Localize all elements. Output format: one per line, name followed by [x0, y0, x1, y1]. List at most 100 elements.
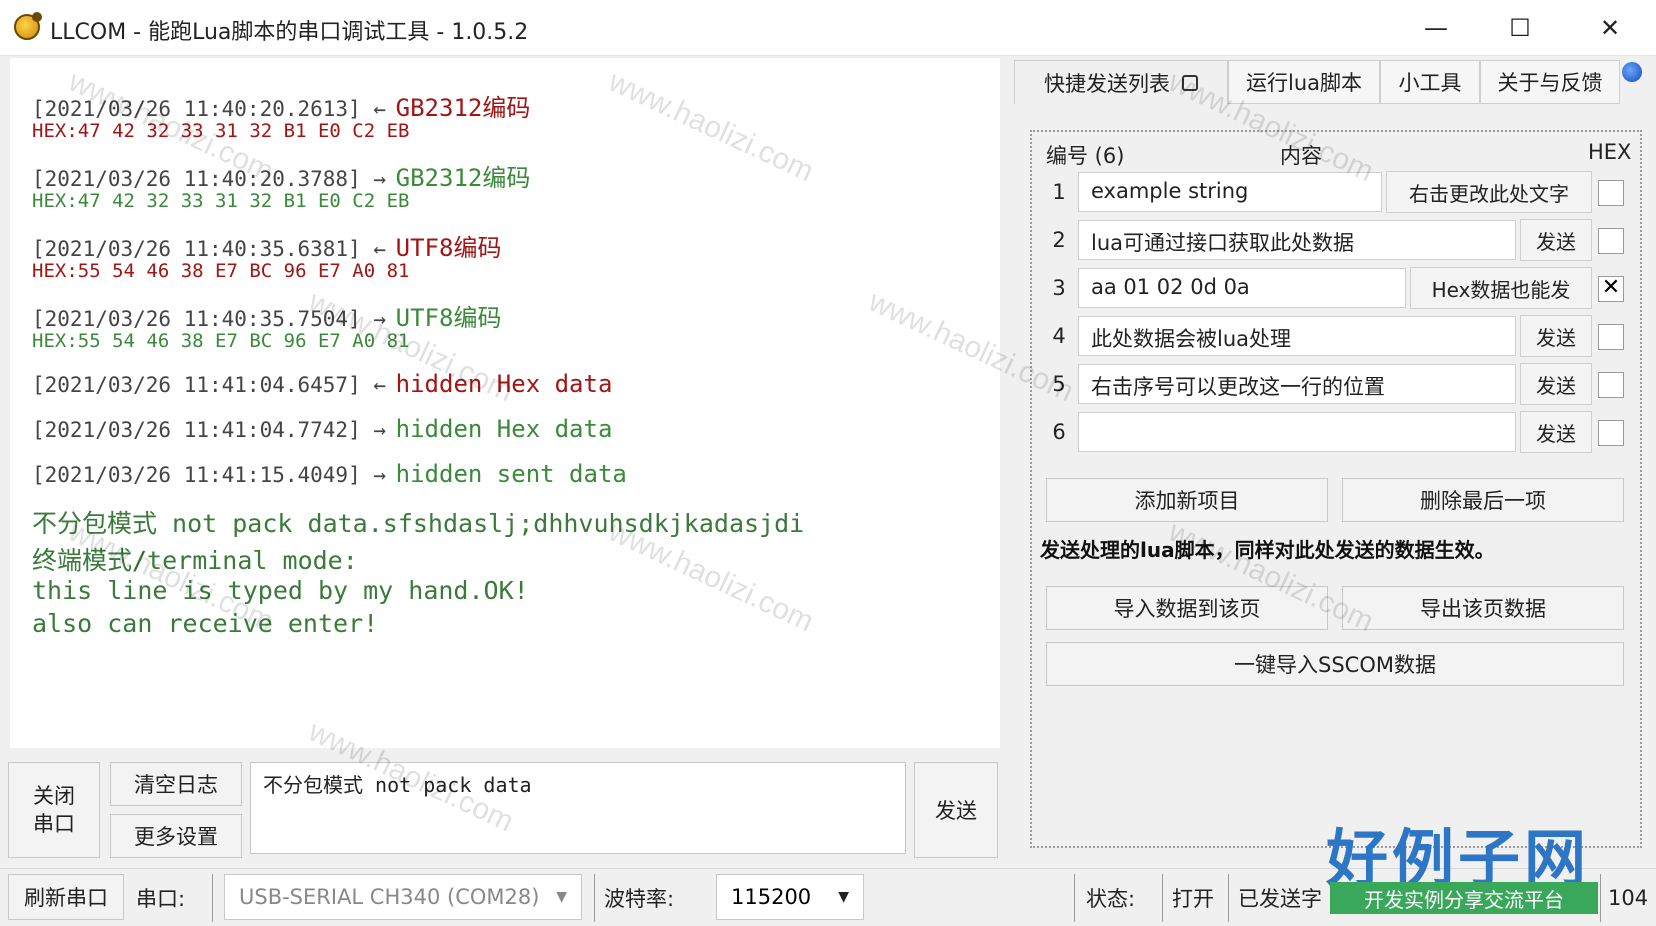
import-page-button[interactable]: 导入数据到该页 — [1046, 586, 1328, 630]
row-number[interactable]: 2 — [1050, 228, 1068, 252]
row-send-button[interactable]: Hex数据也能发 — [1410, 267, 1592, 309]
chevron-down-icon: ▼ — [838, 889, 849, 905]
log-message: UTF8编码 — [395, 304, 502, 332]
brand-tagline: 开发实例分享交流平台 — [1330, 882, 1598, 914]
row-send-button[interactable]: 发送 — [1520, 363, 1592, 405]
row-input[interactable] — [1078, 412, 1516, 452]
delete-last-button[interactable]: 删除最后一项 — [1342, 478, 1624, 522]
terminal-line: this line is typed by my hand.OK! — [32, 576, 529, 605]
refresh-port-button[interactable]: 刷新串口 — [8, 874, 124, 920]
row-send-button[interactable]: 发送 — [1520, 219, 1592, 261]
log-timestamp: [2021/03/26 11:41:15.4049] → — [32, 463, 387, 487]
log-timestamp: [2021/03/26 11:40:35.6381] ← — [32, 237, 387, 261]
header-hex: HEX — [1588, 140, 1632, 164]
row-input[interactable]: 右击序号可以更改这一行的位置 — [1078, 364, 1516, 404]
close-button[interactable]: ✕ — [1570, 0, 1650, 56]
state-label: 状态: — [1086, 887, 1136, 911]
row-number[interactable]: 4 — [1050, 324, 1068, 348]
baud-label: 波特率: — [604, 887, 675, 911]
row-hex-checkbox[interactable]: ✕ — [1598, 276, 1624, 302]
minimize-button[interactable]: — — [1396, 0, 1476, 56]
row-input[interactable]: 此处数据会被lua处理 — [1078, 316, 1516, 356]
app-icon — [14, 12, 42, 40]
clear-log-button[interactable]: 清空日志 — [110, 762, 242, 806]
baud-value: 115200 — [731, 885, 812, 909]
row-number[interactable]: 3 — [1050, 276, 1068, 300]
export-page-button[interactable]: 导出该页数据 — [1342, 586, 1624, 630]
port-value: USB-SERIAL CH340 (COM28) — [239, 885, 540, 909]
log-hex: HEX:55 54 46 38 E7 BC 96 E7 A0 81 — [32, 260, 410, 282]
log-message: hidden Hex data — [395, 415, 613, 443]
baud-select[interactable]: 115200 ▼ — [716, 874, 864, 920]
log-hex: HEX:47 42 32 33 31 32 B1 E0 C2 EB — [32, 190, 410, 212]
row-send-button[interactable]: 右击更改此处文字 — [1386, 171, 1592, 213]
log-timestamp: [2021/03/26 11:40:20.3788] → — [32, 167, 387, 191]
log-message: hidden sent data — [395, 460, 627, 488]
divider — [1162, 874, 1163, 922]
send-button[interactable]: 发送 — [914, 762, 998, 858]
state-value: 打开 — [1172, 887, 1214, 911]
row-number[interactable]: 6 — [1050, 420, 1068, 444]
log-message: GB2312编码 — [395, 164, 531, 192]
chevron-down-icon: ▼ — [556, 889, 567, 905]
log-entry: [2021/03/26 11:40:20.3788] → GB2312编码 — [32, 158, 530, 193]
row-input[interactable]: example string — [1078, 172, 1382, 212]
log-entry: [2021/03/26 11:41:04.7742] → hidden Hex … — [32, 415, 612, 443]
terminal-line: also can receive enter! — [32, 609, 379, 638]
lua-note: 发送处理的lua脚本，同样对此处发送的数据生效。 — [1040, 538, 1495, 562]
divider — [1228, 874, 1229, 922]
divider — [212, 874, 213, 922]
port-label: 串口: — [136, 887, 186, 911]
close-port-button[interactable]: 关闭 串口 — [8, 762, 100, 858]
log-message: hidden Hex data — [395, 370, 613, 398]
globe-icon — [1622, 62, 1642, 82]
log-entry: [2021/03/26 11:41:15.4049] → hidden sent… — [32, 460, 627, 488]
log-output[interactable]: [2021/03/26 11:40:20.2613] ← GB2312编码 HE… — [10, 58, 1000, 748]
title-bar: LLCOM - 能跑Lua脚本的串口调试工具 - 1.0.5.2 — ☐ ✕ — [0, 0, 1656, 56]
tab-tools[interactable]: 小工具 — [1380, 60, 1480, 104]
log-hex: HEX:55 54 46 38 E7 BC 96 E7 A0 81 — [32, 330, 410, 352]
more-settings-button[interactable]: 更多设置 — [110, 814, 242, 858]
row-hex-checkbox[interactable] — [1598, 180, 1624, 206]
tab-run-lua[interactable]: 运行lua脚本 — [1228, 60, 1380, 104]
log-entry: [2021/03/26 11:40:35.7504] → UTF8编码 — [32, 298, 501, 333]
send-input[interactable]: 不分包模式 not pack data — [250, 762, 906, 854]
terminal-line: 终端模式/terminal mode: — [32, 546, 358, 575]
log-message: UTF8编码 — [395, 234, 502, 262]
row-hex-checkbox[interactable] — [1598, 420, 1624, 446]
sent-count: 104 — [1608, 886, 1649, 910]
row-send-button[interactable]: 发送 — [1520, 315, 1592, 357]
terminal-line: 不分包模式 not pack data.sfshdaslj;dhhvuhsdkj… — [32, 509, 805, 538]
log-timestamp: [2021/03/26 11:40:35.7504] → — [32, 307, 387, 331]
tab-about[interactable]: 关于与反馈 — [1480, 60, 1620, 104]
import-sscom-button[interactable]: 一键导入SSCOM数据 — [1046, 642, 1624, 686]
maximize-button[interactable]: ☐ — [1480, 0, 1560, 56]
header-number: 编号 (6) — [1046, 144, 1125, 168]
row-input[interactable]: lua可通过接口获取此处数据 — [1078, 220, 1516, 260]
log-hex: HEX:47 42 32 33 31 32 B1 E0 C2 EB — [32, 120, 410, 142]
sent-label: 已发送字 — [1238, 887, 1322, 911]
tab-label: 快捷发送列表 — [1044, 71, 1170, 96]
row-hex-checkbox[interactable] — [1598, 324, 1624, 350]
log-timestamp: [2021/03/26 11:41:04.7742] → — [32, 418, 387, 442]
log-message: GB2312编码 — [395, 94, 531, 122]
row-hex-checkbox[interactable] — [1598, 228, 1624, 254]
log-entry: [2021/03/26 11:40:35.6381] ← UTF8编码 — [32, 228, 501, 263]
window-title: LLCOM - 能跑Lua脚本的串口调试工具 - 1.0.5.2 — [50, 20, 529, 45]
row-number[interactable]: 5 — [1050, 372, 1068, 396]
header-content: 内容 — [1280, 144, 1322, 168]
row-number[interactable]: 1 — [1050, 180, 1068, 204]
detach-icon[interactable] — [1182, 74, 1198, 91]
divider — [594, 874, 595, 922]
row-send-button[interactable]: 发送 — [1520, 411, 1592, 453]
port-select[interactable]: USB-SERIAL CH340 (COM28) ▼ — [224, 874, 582, 920]
log-timestamp: [2021/03/26 11:41:04.6457] ← — [32, 373, 387, 397]
row-hex-checkbox[interactable] — [1598, 372, 1624, 398]
log-timestamp: [2021/03/26 11:40:20.2613] ← — [32, 97, 387, 121]
add-item-button[interactable]: 添加新项目 — [1046, 478, 1328, 522]
tab-quick-send[interactable]: 快捷发送列表 — [1014, 60, 1228, 104]
divider — [1600, 874, 1601, 922]
row-input[interactable]: aa 01 02 0d 0a — [1078, 268, 1406, 308]
divider — [1074, 874, 1075, 922]
log-entry: [2021/03/26 11:40:20.2613] ← GB2312编码 — [32, 88, 530, 123]
